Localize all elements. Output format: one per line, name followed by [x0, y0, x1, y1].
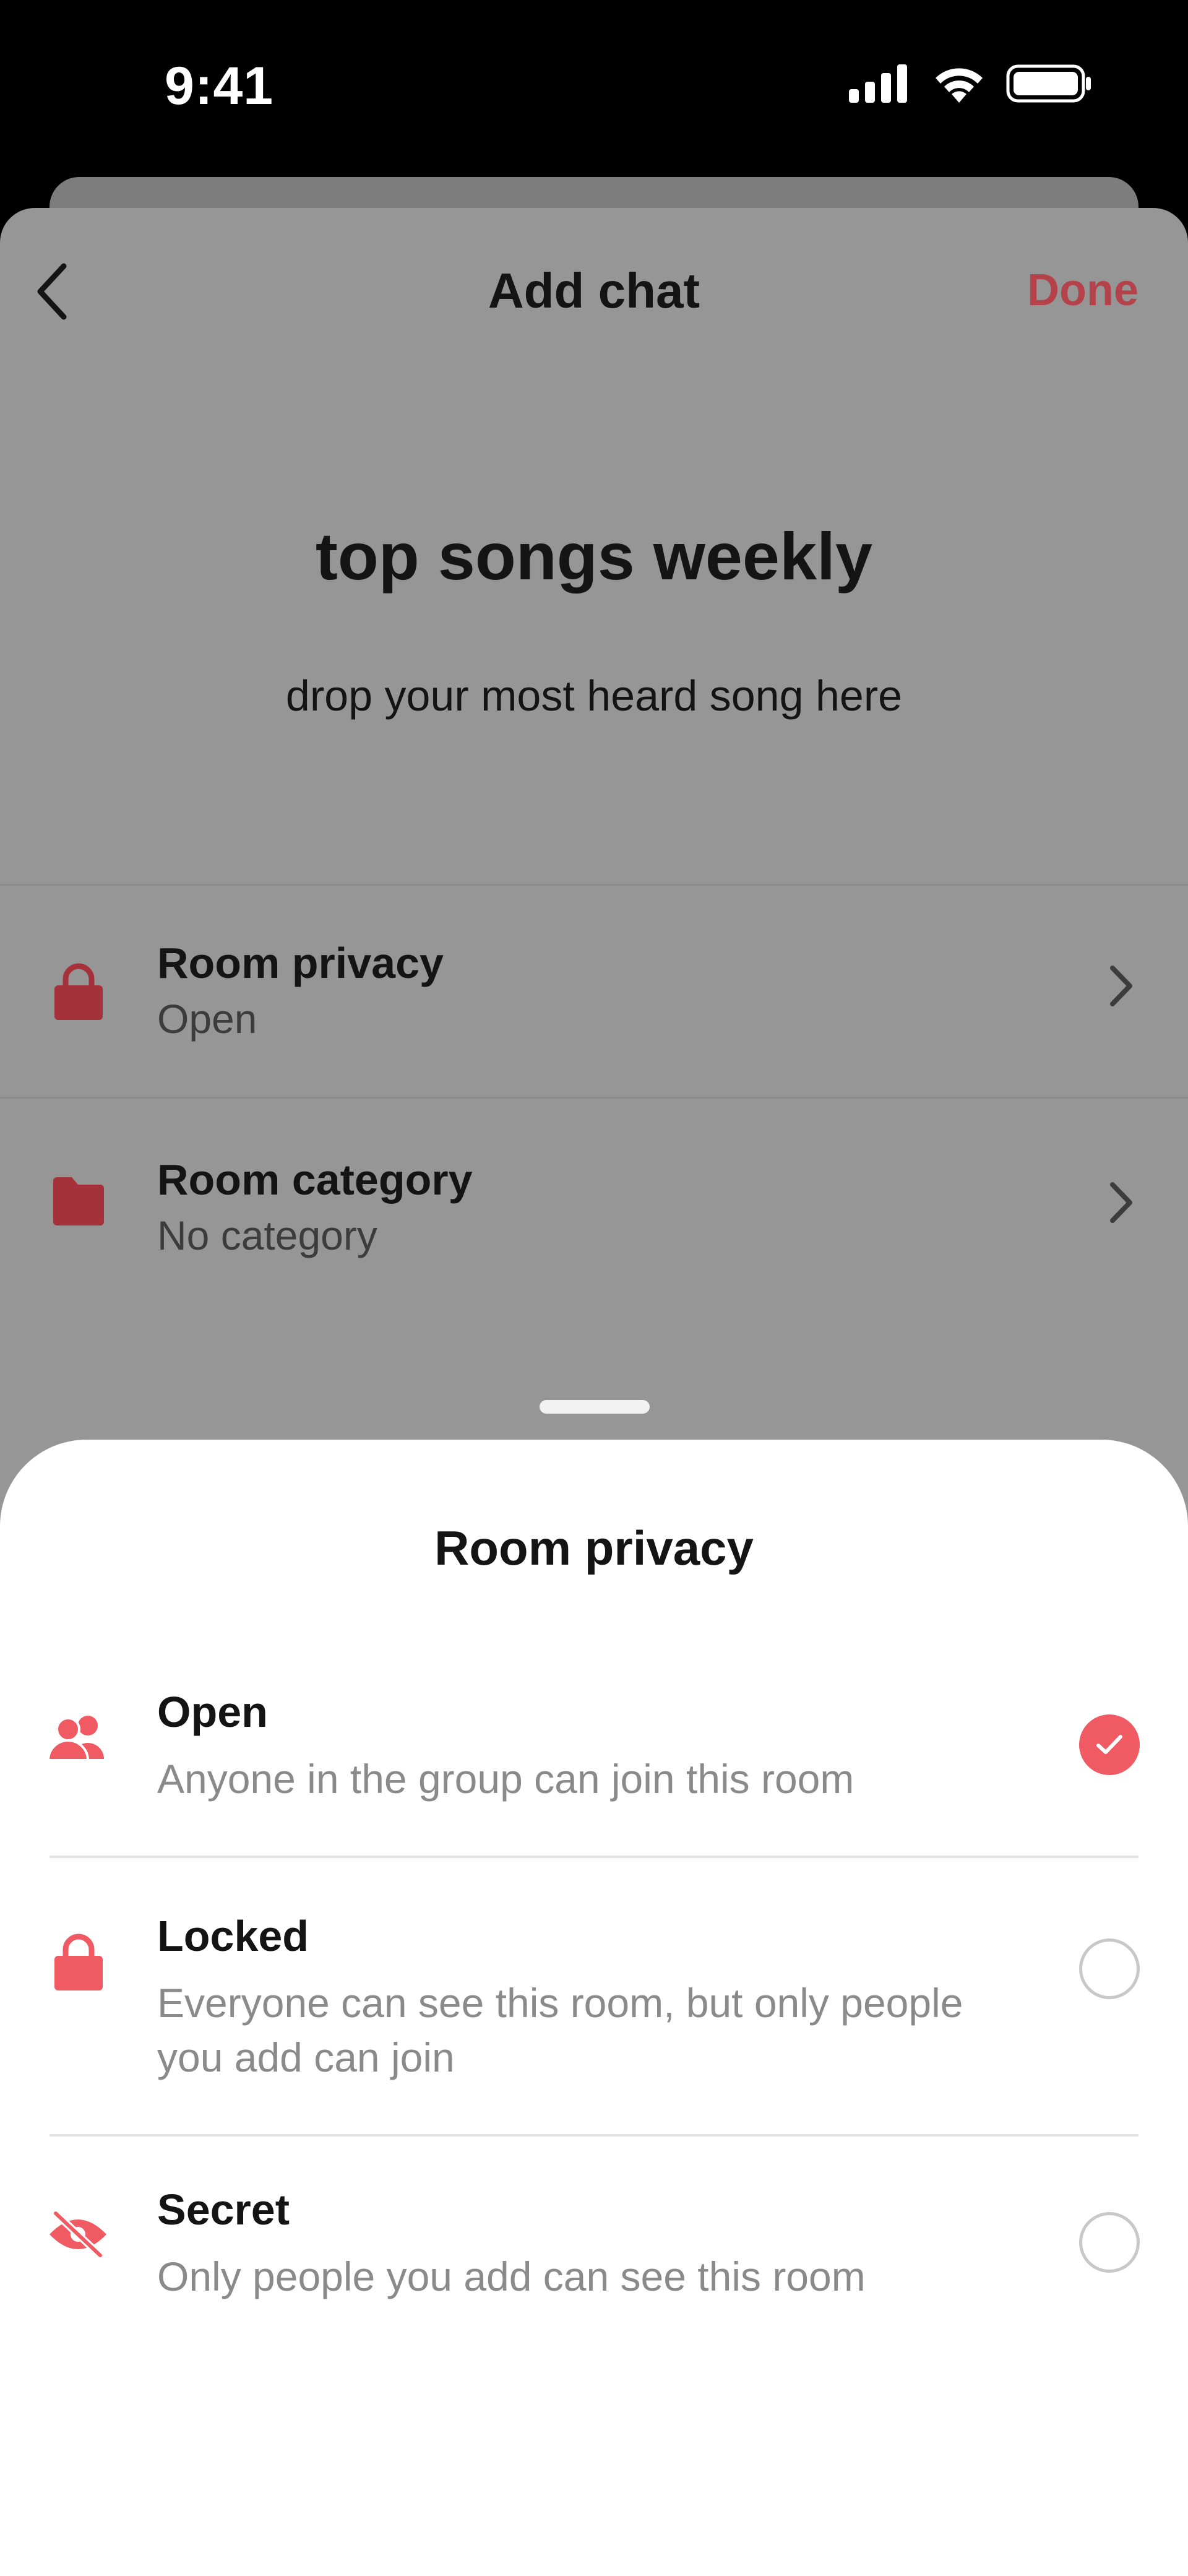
- privacy-option-open[interactable]: Open Anyone in the group can join this r…: [0, 1687, 1188, 1842]
- battery-icon: [1006, 64, 1091, 103]
- divider: [0, 884, 1188, 886]
- checkmark-icon: [1096, 1735, 1122, 1754]
- wifi-icon: [936, 68, 983, 103]
- privacy-option-secret[interactable]: Secret Only people you add can see this …: [0, 2185, 1188, 2340]
- cellular-signal-icon: [849, 64, 907, 103]
- room-privacy-sheet: Room privacy Open Anyone in the group ca…: [0, 1440, 1188, 2576]
- status-time: 9:41: [165, 56, 274, 116]
- folder-icon: [53, 1177, 104, 1225]
- divider: [50, 1856, 1138, 1858]
- room-privacy-row[interactable]: Room privacy Open: [0, 938, 1188, 1149]
- sheet-title: Room privacy: [434, 1521, 754, 1575]
- room-privacy-title: Room privacy: [157, 939, 444, 987]
- radio-unselected[interactable]: [1079, 2212, 1140, 2273]
- room-name[interactable]: top songs weekly: [0, 517, 1188, 595]
- page-title: Add chat: [488, 263, 700, 318]
- option-title: Secret: [157, 2185, 290, 2234]
- lock-icon: [54, 1934, 103, 1990]
- status-bar: 9:41: [0, 0, 1188, 179]
- option-description: Only people you add can see this room: [157, 2254, 866, 2299]
- option-description: Anyone in the group can join this room: [157, 1756, 854, 1802]
- room-privacy-value: Open: [157, 996, 257, 1042]
- room-category-title: Room category: [157, 1156, 473, 1204]
- privacy-option-locked[interactable]: Locked Everyone can see this room, but o…: [0, 1911, 1188, 2122]
- radio-unselected[interactable]: [1079, 1938, 1140, 1999]
- option-title: Open: [157, 1688, 268, 1736]
- room-category-value: No category: [157, 1212, 377, 1258]
- option-description: Everyone can see this room, but only peo…: [157, 1980, 963, 2080]
- lock-icon: [54, 963, 103, 1020]
- divider: [0, 1097, 1188, 1099]
- divider: [50, 2134, 1138, 2137]
- radio-selected[interactable]: [1079, 1714, 1140, 1775]
- sheet-grabber[interactable]: [540, 1400, 650, 1414]
- done-button[interactable]: Done: [1027, 265, 1138, 316]
- chevron-right-icon: [1110, 1182, 1132, 1223]
- eye-slash-icon: [50, 2210, 106, 2259]
- people-icon: [47, 1716, 104, 1760]
- chevron-right-icon: [1110, 966, 1132, 1006]
- room-category-row[interactable]: Room category No category: [0, 1155, 1188, 1365]
- room-description[interactable]: drop your most heard song here: [0, 671, 1188, 720]
- option-title: Locked: [157, 1912, 309, 1960]
